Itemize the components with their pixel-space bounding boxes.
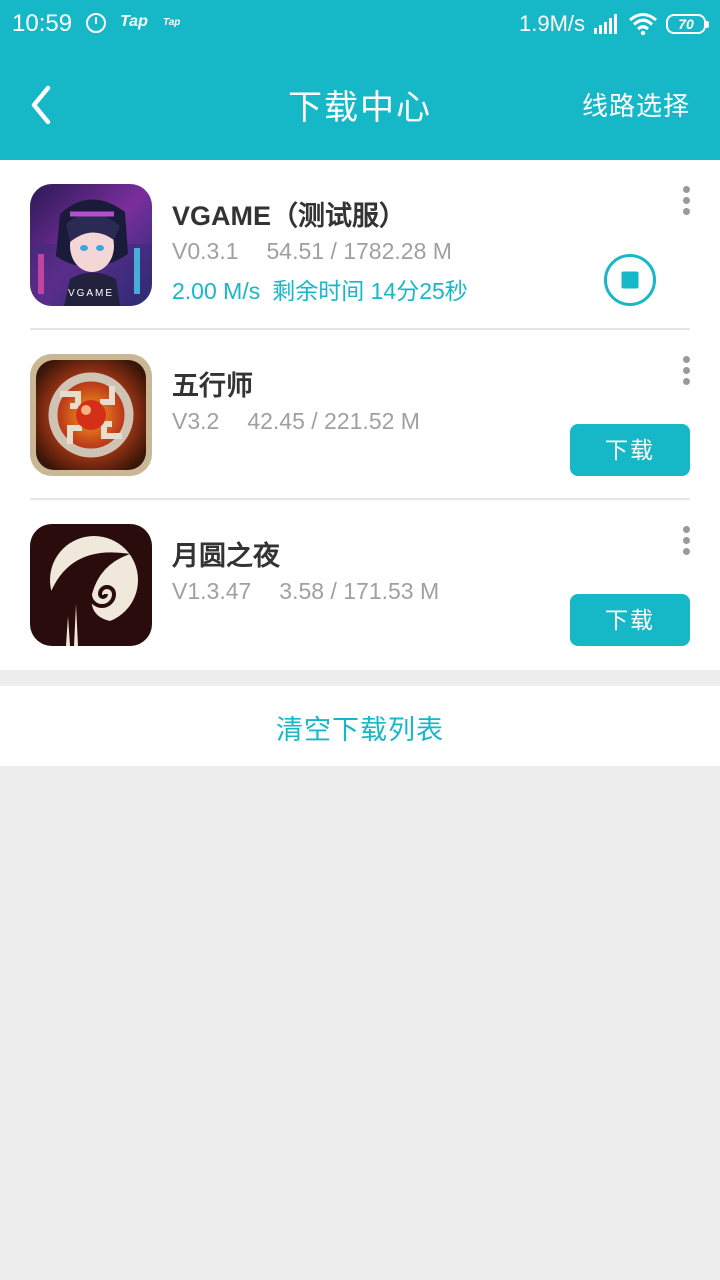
app-version: V3.2 xyxy=(172,408,220,434)
app-name: 月圆之夜 xyxy=(172,541,280,571)
download-item-vgame[interactable]: VGAME VGAME（测试服） V0.3.1 54.51 / 1782.28 M… xyxy=(0,160,720,330)
app-meta: V1.3.47 3.58 / 171.53 M xyxy=(172,578,439,605)
yueyuanzhiye-app-icon[interactable] xyxy=(30,524,152,646)
tap-notification-icon: Tap xyxy=(120,13,148,30)
download-list: VGAME VGAME（测试服） V0.3.1 54.51 / 1782.28 M… xyxy=(0,160,720,670)
status-bar: 10:59 Tap Tap 1.9M/s 70 xyxy=(0,0,720,50)
download-button[interactable]: 下载 xyxy=(570,424,690,476)
network-speed: 1.9M/s xyxy=(519,11,586,36)
download-progress: 3.58 / 171.53 M xyxy=(279,578,440,604)
more-options-icon[interactable] xyxy=(676,526,698,556)
download-status: 2.00 M/s 剩余时间 14分25秒 xyxy=(172,272,468,306)
tap-notification-icon-small: Tap xyxy=(163,17,181,28)
clear-bar: 清空下载列表 xyxy=(0,686,720,766)
download-item-wuxingshi[interactable]: 五行师 V3.2 42.45 / 221.52 M 下载 xyxy=(0,330,720,500)
app-name: 五行师 xyxy=(172,371,253,401)
clear-download-list-button[interactable]: 清空下载列表 xyxy=(0,708,720,747)
stopwatch-icon xyxy=(86,13,106,33)
more-options-icon[interactable] xyxy=(676,186,698,216)
app-meta: V3.2 42.45 / 221.52 M xyxy=(172,408,420,435)
vgame-app-icon[interactable]: VGAME xyxy=(30,184,152,306)
download-progress: 54.51 / 1782.28 M xyxy=(266,238,452,264)
vgame-icon-text: VGAME xyxy=(68,288,114,299)
download-item-yueyuanzhiye[interactable]: 月圆之夜 V1.3.47 3.58 / 171.53 M 下载 xyxy=(0,500,720,670)
stop-download-button[interactable] xyxy=(603,253,657,307)
status-time: 10:59 xyxy=(12,10,73,37)
signal-icon xyxy=(594,14,617,34)
battery-icon: 70 xyxy=(666,14,709,34)
download-speed: 2.00 M/s xyxy=(172,278,261,304)
route-select-button[interactable]: 线路选择 xyxy=(582,86,690,123)
remaining-time: 剩余时间 14分25秒 xyxy=(272,278,468,304)
wuxingshi-app-icon[interactable] xyxy=(30,354,152,476)
wifi-icon xyxy=(629,13,657,36)
app-meta: V0.3.1 54.51 / 1782.28 M xyxy=(172,238,452,265)
app-version: V0.3.1 xyxy=(172,238,239,264)
app-version: V1.3.47 xyxy=(172,578,252,604)
app-header: 下载中心 线路选择 xyxy=(0,50,720,160)
download-button[interactable]: 下载 xyxy=(570,594,690,646)
app-name: VGAME（测试服） xyxy=(172,201,407,231)
more-options-icon[interactable] xyxy=(676,356,698,386)
download-progress: 42.45 / 221.52 M xyxy=(247,408,420,434)
stop-icon xyxy=(604,254,656,306)
